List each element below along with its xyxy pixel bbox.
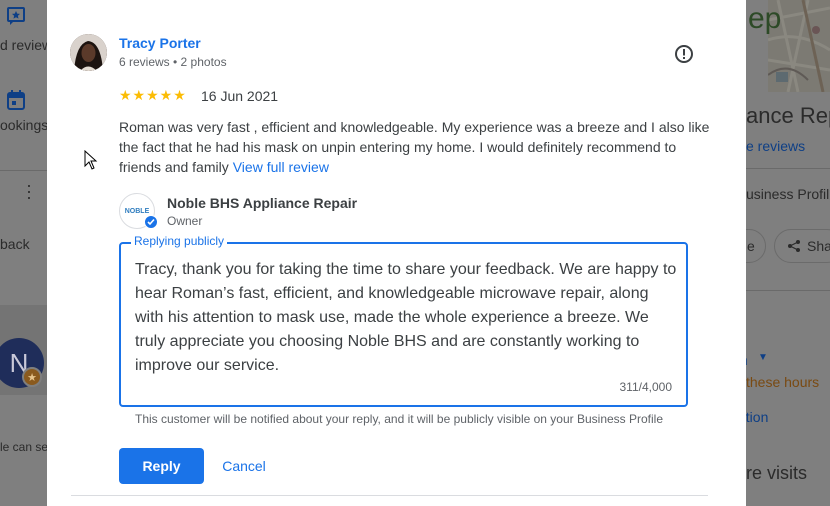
review-text: Roman was very fast , efficient and know… [119,119,710,175]
bg-back-label: back [0,236,30,252]
owner-role: Owner [167,214,203,228]
character-count: 311/4,000 [619,380,673,394]
review-date: 16 Jun 2021 [201,88,279,104]
reply-visibility-notice: This customer will be notified about you… [135,412,664,426]
review-icon [6,6,26,31]
bg-reviews-link: e reviews [746,138,806,154]
reply-field-label: Replying publicly [131,234,228,248]
star-rating: ★★★★★ [119,87,187,103]
share-icon [788,240,800,252]
verified-check-icon [144,215,158,229]
view-full-review-link[interactable]: View full review [233,159,329,175]
reply-dialog: Tracy Porter 6 reviews • 2 photos ★★★★★ … [47,0,746,506]
review-body: Roman was very fast , efficient and know… [119,117,719,177]
reviewer-meta: 6 reviews • 2 photos [119,55,227,69]
bg-divider [0,170,48,171]
reviewer-name-link[interactable]: Tracy Porter [119,35,201,51]
calendar-icon [6,89,26,116]
bg-share-pill: Sha [774,229,830,263]
background-left-panel: d review ookings · · · back N ★ le can se [0,0,52,506]
divider [71,495,708,496]
reviewer-avatar[interactable] [70,34,107,71]
bg-divider [746,168,830,169]
bg-reviews-label: d review [0,37,53,53]
bg-divider [746,290,830,291]
mouse-cursor-icon [84,149,98,175]
alert-icon [675,45,693,63]
bg-title: ance Rep [746,103,830,128]
bg-these-hours: these hours [746,374,820,390]
report-review-button[interactable] [673,43,695,65]
bg-business-profile: usiness Profil [746,186,830,202]
reply-button[interactable]: Reply [119,448,204,484]
bg-can-see-label: le can se [0,440,49,454]
owner-logo-text: NOBLE [124,207,150,215]
bg-avatar-badge-icon: ★ [22,367,42,387]
bg-map-text: ep [748,2,782,35]
reply-text[interactable]: Tracy, thank you for taking the time to … [135,258,680,378]
background-right-panel: ep ance Rep e reviews usiness Profil e S… [726,0,830,506]
owner-name: Noble BHS Appliance Repair [167,195,358,211]
bg-bookings-label: ookings [0,117,49,133]
cancel-button[interactable]: Cancel [211,448,277,484]
bg-re-visits: re visits [746,463,808,483]
more-vert-icon: · · · [26,175,32,207]
dropdown-icon: ▼ [758,352,768,363]
